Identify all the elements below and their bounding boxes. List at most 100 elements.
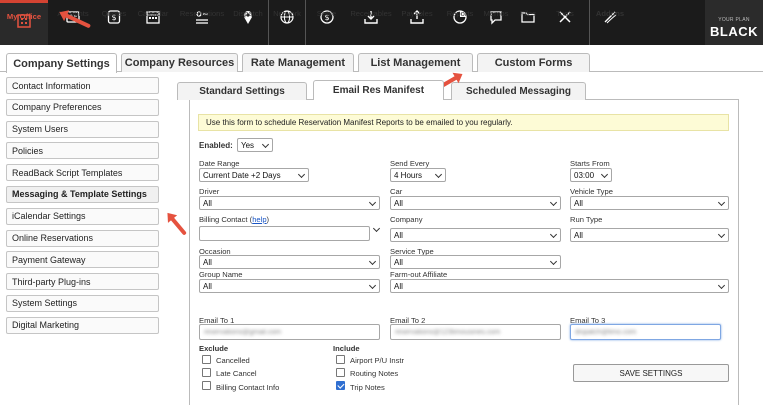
enabled-label: Enabled: (199, 141, 233, 150)
include-routing-notes-label: Routing Notes (350, 369, 399, 378)
nav-label: Reports (446, 9, 474, 18)
sidebar-item-icalendar-settings[interactable]: iCalendar Settings (6, 207, 159, 225)
include-routing-notes-checkbox[interactable] (336, 368, 345, 377)
farm-out-label: Farm-out Affiliate (390, 270, 448, 279)
sidebar-item-online-reservations[interactable]: Online Reservations (6, 229, 159, 247)
driver-label: Driver (199, 187, 220, 196)
save-settings-button[interactable]: SAVE SETTINGS (573, 364, 729, 382)
plan-caption: YOUR PLAN (718, 17, 750, 23)
nav-label: Addons (595, 9, 625, 18)
nav-calendar[interactable]: Calendar (130, 0, 176, 45)
email3-value: dispatch@limo.com (575, 328, 637, 336)
send-every-select[interactable]: 4 Hours (390, 168, 446, 182)
nav-label: Quotes (101, 9, 127, 18)
nav-accounts[interactable]: Accounts (48, 0, 98, 45)
nav-files[interactable]: Files (511, 0, 545, 45)
sidebar-item-policies[interactable]: Policies (6, 142, 159, 160)
exclude-late-cancel-checkbox[interactable] (202, 368, 211, 377)
company-select[interactable]: All (390, 228, 561, 242)
nav-label: Reservations (179, 9, 225, 18)
billing-contact-label: Billing Contact (help) (199, 215, 269, 224)
nav-reports[interactable]: Reports (439, 0, 481, 45)
sidebar: Contact Information Company Preferences … (6, 77, 159, 339)
tab-company-settings[interactable]: Company Settings (6, 53, 117, 73)
exclude-billing-contact-label: Billing Contact Info (216, 383, 280, 392)
nav-label: Receivables (350, 9, 392, 18)
main-tabs: Company Settings Company Resources Rate … (0, 45, 763, 73)
tab-custom-forms[interactable]: Custom Forms (477, 53, 590, 72)
driver-select[interactable]: All (199, 196, 380, 210)
exclude-billing-contact-checkbox[interactable] (202, 381, 211, 390)
annotation-arrow (168, 214, 187, 236)
help-link[interactable]: help (252, 215, 266, 224)
nav-label: Calendar (137, 9, 169, 18)
tab-email-res-manifest[interactable]: Email Res Manifest (313, 80, 444, 100)
include-airport-checkbox[interactable] (336, 355, 345, 364)
nav-label: Network (273, 9, 301, 18)
service-type-select[interactable]: All (390, 255, 561, 269)
billing-contact-input[interactable] (199, 226, 370, 241)
nav-label: Payables (401, 9, 433, 18)
nav-label: Tools (556, 9, 574, 18)
include-airport-label: Airport P/U Instr (350, 356, 405, 365)
include-trip-notes-label: Trip Notes (350, 383, 385, 392)
nav-memos[interactable]: Memos (481, 0, 511, 45)
nav-my-office[interactable]: My Office (0, 0, 48, 45)
billing-contact-paren: ) (266, 215, 270, 224)
plan-name: BLACK (710, 24, 758, 39)
group-name-select[interactable]: All (199, 279, 380, 293)
sidebar-item-digital-marketing[interactable]: Digital Marketing (6, 316, 159, 334)
nav-reservations[interactable]: Reservations (176, 0, 228, 45)
run-type-label: Run Type (570, 215, 603, 224)
nav-label: My Office (6, 12, 42, 21)
nav-label: Settle (316, 9, 337, 18)
nav-dispatch[interactable]: Dispatch (228, 0, 268, 45)
tab-rate-management[interactable]: Rate Management (242, 53, 354, 72)
starts-from-select[interactable]: 03:00 (570, 168, 612, 182)
enabled-select[interactable]: Yes (237, 138, 273, 152)
nav-addons[interactable]: Addons (590, 0, 630, 45)
sidebar-item-company-preferences[interactable]: Company Preferences (6, 98, 159, 116)
sidebar-item-readback-script-templates[interactable]: ReadBack Script Templates (6, 164, 159, 182)
exclude-late-cancel-label: Late Cancel (216, 369, 257, 378)
sidebar-item-system-users[interactable]: System Users (6, 120, 159, 138)
sidebar-item-messaging-template-settings[interactable]: Messaging & Template Settings (6, 185, 159, 203)
email2-input[interactable]: reservations@123limousines.com (390, 324, 561, 340)
nav-network[interactable]: Network (269, 0, 305, 45)
nav-label: Dispatch (233, 9, 263, 18)
nav-settle[interactable]: $ Settle (306, 0, 347, 45)
sidebar-item-third-party-plugins[interactable]: Third-party Plug-ins (6, 273, 159, 291)
billing-contact-dropdown[interactable] (369, 223, 383, 237)
farm-out-select[interactable]: All (390, 279, 729, 293)
sidebar-item-system-settings[interactable]: System Settings (6, 294, 159, 312)
occasion-select[interactable]: All (199, 255, 380, 269)
car-select[interactable]: All (390, 196, 561, 210)
tab-list-management[interactable]: List Management (358, 53, 473, 72)
email3-input[interactable]: dispatch@limo.com (570, 324, 721, 340)
starts-from-label: Starts From (570, 159, 610, 168)
sidebar-item-contact-information[interactable]: Contact Information (6, 77, 159, 94)
run-type-select[interactable]: All (570, 228, 729, 242)
email1-input[interactable]: reservations@gmail.com (199, 324, 380, 340)
send-every-label: Send Every (390, 159, 430, 168)
plan-badge[interactable]: YOUR PLAN BLACK (705, 0, 763, 45)
tab-company-resources[interactable]: Company Resources (121, 53, 238, 72)
nav-receivables[interactable]: Receivables (347, 0, 395, 45)
sidebar-item-payment-gateway[interactable]: Payment Gateway (6, 251, 159, 269)
vehicle-type-label: Vehicle Type (570, 187, 613, 196)
include-trip-notes-checkbox[interactable] (336, 381, 345, 390)
group-name-label: Group Name (199, 270, 243, 279)
billing-contact-text: Billing Contact ( (199, 215, 253, 224)
email2-value: reservations@123limousines.com (395, 328, 501, 336)
nav-label: Memos (483, 9, 509, 18)
date-range-select[interactable]: Current Date +2 Days (199, 168, 309, 182)
nav-tools[interactable]: Tools (545, 0, 585, 45)
tab-standard-settings[interactable]: Standard Settings (177, 82, 307, 100)
vehicle-type-select[interactable]: All (570, 196, 729, 210)
nav-quotes[interactable]: $ Quotes (98, 0, 130, 45)
nav-payables[interactable]: Payables (395, 0, 439, 45)
exclude-cancelled-checkbox[interactable] (202, 355, 211, 364)
tab-scheduled-messaging[interactable]: Scheduled Messaging (451, 82, 586, 100)
car-label: Car (390, 187, 403, 196)
sub-tabs: Standard Settings Email Res Manifest Sch… (175, 80, 745, 100)
